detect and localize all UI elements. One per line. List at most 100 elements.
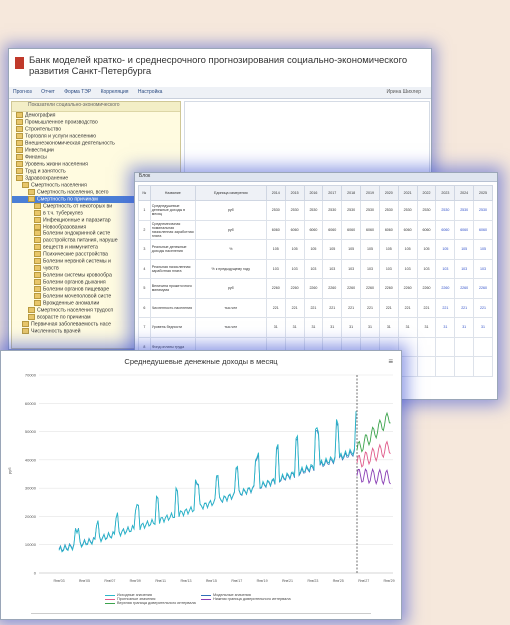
income-chart: 0 10000 20000 30000 40000 50000 60000 70000 руб Я… <box>7 373 395 584</box>
table-cell: 103 <box>378 258 399 279</box>
table-row[interactable]: 1 Среднедушевые денежные доходы в месяц ру… <box>138 200 493 221</box>
column-header[interactable]: 2021 <box>397 185 418 201</box>
column-header[interactable]: 2022 <box>416 185 437 201</box>
table-cell: 2530 <box>322 200 343 221</box>
x-tick-label: Янв'09 <box>130 579 141 583</box>
table-row[interactable]: 4 Реальная начисленная заработная плата% … <box>138 258 493 279</box>
folder-icon <box>22 328 29 335</box>
column-header[interactable]: Название <box>149 185 196 201</box>
table-cell: 2260 <box>416 278 437 299</box>
table-row[interactable]: 3 Реальные денежные доходы населения% 105 1… <box>138 239 493 260</box>
tree-node-label: Врожденные аномалии <box>43 300 100 307</box>
table-cell: 5 <box>138 278 151 299</box>
user-name[interactable]: Ирина Шихлер <box>383 87 425 97</box>
table-cell: 221 <box>473 297 493 318</box>
legend-item[interactable]: Нижняя граница доверительного интервала <box>201 597 297 601</box>
table-cell <box>454 336 475 357</box>
table-cell: 221 <box>360 297 380 318</box>
table-cell: 105 <box>454 239 475 260</box>
folder-icon <box>16 153 23 160</box>
table-cell: 6060 <box>341 219 362 240</box>
table-cell: руб <box>194 219 267 240</box>
column-header[interactable]: 2017 <box>322 185 343 201</box>
tree-node-label: Промышленное производство <box>25 119 98 126</box>
table-cell: 1 <box>138 200 151 221</box>
tree-node[interactable]: Демография <box>12 112 180 119</box>
folder-icon <box>16 174 23 181</box>
folder-icon <box>16 160 23 167</box>
table-cell: 103 <box>265 258 286 279</box>
x-tick-label: Янв'19 <box>256 579 267 583</box>
tree-node-label: Строительство <box>25 126 62 133</box>
tree-node-label: Болезни мочеполовой систе <box>43 293 112 300</box>
tree-node-label: Болезни органов пищеваре <box>43 286 110 293</box>
tree-node[interactable]: Промышленное производство <box>12 118 180 126</box>
menu-item-settings[interactable]: Настройка <box>134 87 167 97</box>
table-row[interactable]: 2 Среднемесячная номинальная начисленная … <box>138 219 493 240</box>
column-header[interactable]: № <box>138 185 151 201</box>
folder-icon <box>34 279 41 286</box>
table-cell: 221 <box>378 297 399 318</box>
table-cell: 6060 <box>397 219 418 240</box>
table-cell: Реальная начисленная заработная плата <box>149 258 196 279</box>
menu-item-correlation[interactable]: Корреляция <box>97 87 133 97</box>
column-header[interactable]: 2015 <box>284 185 305 201</box>
legend-item[interactable]: Верхняя граница доверительного интервала <box>105 601 201 605</box>
table-cell: Уровень бедности <box>149 317 196 338</box>
folder-icon <box>34 216 41 223</box>
table-cell: 2530 <box>435 200 456 221</box>
tree-node-label: Торговля и услуги населению <box>25 133 97 140</box>
tree-node[interactable]: Финансы <box>12 153 180 161</box>
legend-swatch <box>201 598 211 600</box>
table-cell: % <box>194 239 267 260</box>
table-cell: 2260 <box>360 278 380 299</box>
tree-node-label: Смертность от некоторых ви <box>43 202 113 209</box>
tree-node-label: Финансы <box>25 154 47 161</box>
y-tick-label: 20000 <box>25 514 37 519</box>
table-row[interactable]: 7 Уровень бедности тыс.чел 31 31 31 31 31 31 31 31… <box>138 317 493 338</box>
menu-item-form[interactable]: Форма ТЭР <box>60 87 95 97</box>
column-header[interactable]: 2025 <box>473 185 493 201</box>
y-tick-label: 60000 <box>25 401 37 406</box>
x-tick-label: Янв'05 <box>79 579 90 583</box>
x-tick-label: Янв'27 <box>358 579 369 583</box>
tree-node[interactable]: Торговля и услуги населению <box>12 132 180 140</box>
folder-icon <box>16 139 23 146</box>
table-header-row: № Название Единица измерения 2014 2015 2016 20… <box>138 185 493 201</box>
column-header[interactable]: 2018 <box>341 185 362 201</box>
table-cell: 2260 <box>322 278 343 299</box>
chart-legend: Исходные значения Модельные значенияПрогн… <box>105 593 305 605</box>
table-cell: 221 <box>435 297 456 318</box>
menu-item-forecast[interactable]: Прогноз <box>9 87 36 97</box>
table-cell: 221 <box>284 297 305 318</box>
table-cell: 2530 <box>473 200 493 221</box>
table-cell: 2530 <box>284 200 305 221</box>
column-header[interactable]: 2019 <box>360 185 380 201</box>
column-header[interactable]: 2024 <box>454 185 475 201</box>
table-cell: 105 <box>416 239 437 260</box>
tree-node[interactable]: Строительство <box>12 125 180 133</box>
x-tick-label: Янв'13 <box>180 579 191 583</box>
tree-node-label: расстройства питания, наруше <box>43 237 118 244</box>
table-cell <box>473 356 493 377</box>
table-row[interactable]: 6 Численность населения тыс.чел 221 221 221 22… <box>138 297 493 318</box>
column-header[interactable]: 2023 <box>435 185 456 201</box>
folder-icon <box>34 202 41 209</box>
table-row[interactable]: 5 Величина прожиточного минимума руб 2260 22… <box>138 278 493 299</box>
table-cell: 105 <box>378 239 399 260</box>
column-header[interactable]: Единица измерения <box>194 185 267 201</box>
column-header[interactable]: 2016 <box>303 185 324 201</box>
table-cell: % к предыдущему году <box>194 258 267 279</box>
table-cell: 105 <box>284 239 305 260</box>
column-header[interactable]: 2020 <box>378 185 399 201</box>
column-header[interactable]: 2014 <box>265 185 286 201</box>
tree-node-label: Инфекционные и паразитар <box>43 216 111 223</box>
tree-node[interactable]: Инвестиции <box>12 146 180 154</box>
table-cell: 31 <box>454 317 475 338</box>
table-cell: 6060 <box>322 219 343 240</box>
tree-node[interactable]: Внешнеэкономическая деятельность <box>12 139 180 147</box>
tree-node[interactable]: Уровень жизни населения <box>12 160 180 168</box>
chart-window: Среднедушевые денежные доходы в месяц ≡ … <box>0 350 402 620</box>
menu-item-report[interactable]: Отчет <box>37 87 59 97</box>
table-cell: 6060 <box>265 219 286 240</box>
